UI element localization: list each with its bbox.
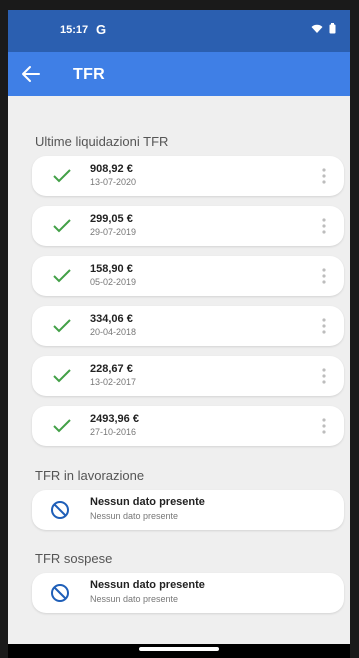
check-icon xyxy=(53,269,71,283)
ban-icon xyxy=(51,501,69,519)
liquidazione-date: 13-07-2020 xyxy=(90,177,137,187)
more-vertical-icon[interactable] xyxy=(320,267,328,285)
empty-state-title: Nessun dato presente xyxy=(90,496,205,508)
liquidazione-card[interactable]: 908,92 € 13-07-2020 xyxy=(32,156,344,196)
more-vertical-icon[interactable] xyxy=(320,167,328,185)
liquidazione-date: 29-07-2019 xyxy=(90,227,137,237)
status-bar: 15:17 G xyxy=(8,10,350,52)
liquidazione-amount: 334,06 € xyxy=(90,313,133,325)
liquidazione-date: 05-02-2019 xyxy=(90,277,137,287)
home-indicator[interactable] xyxy=(139,647,219,651)
check-icon xyxy=(53,369,71,383)
more-vertical-icon[interactable] xyxy=(320,217,328,235)
status-time: 15:17 xyxy=(60,24,89,36)
battery-icon xyxy=(329,23,336,34)
check-icon xyxy=(53,319,71,333)
liquidazione-card[interactable]: 228,67 € 13-02-2017 xyxy=(32,356,344,396)
liquidazione-amount: 2493,96 € xyxy=(90,413,139,425)
liquidazione-amount: 299,05 € xyxy=(90,213,133,225)
liquidazione-amount: 228,67 € xyxy=(90,363,133,375)
empty-state-card: Nessun dato presente Nessun dato present… xyxy=(32,490,344,530)
liquidazione-date: 13-02-2017 xyxy=(90,377,137,387)
arrow-left-icon[interactable] xyxy=(20,63,42,85)
empty-state-subtitle: Nessun dato presente xyxy=(90,511,179,521)
empty-state-card: Nessun dato presente Nessun dato present… xyxy=(32,573,344,613)
app-bar: TFR xyxy=(8,52,350,96)
more-vertical-icon[interactable] xyxy=(320,317,328,335)
page-title: TFR xyxy=(73,66,106,83)
liquidazione-date: 20-04-2018 xyxy=(90,327,137,337)
navigation-bar xyxy=(8,644,350,658)
check-icon xyxy=(53,219,71,233)
section-title-ultime: Ultime liquidazioni TFR xyxy=(35,134,169,149)
liquidazione-card[interactable]: 334,06 € 20-04-2018 xyxy=(32,306,344,346)
ban-icon xyxy=(51,584,69,602)
liquidazione-date: 27-10-2016 xyxy=(90,427,137,437)
liquidazione-amount: 158,90 € xyxy=(90,263,133,275)
check-icon xyxy=(53,169,71,183)
more-vertical-icon[interactable] xyxy=(320,367,328,385)
more-vertical-icon[interactable] xyxy=(320,417,328,435)
liquidazione-card[interactable]: 158,90 € 05-02-2019 xyxy=(32,256,344,296)
empty-state-subtitle: Nessun dato presente xyxy=(90,594,179,604)
section-title-lavorazione: TFR in lavorazione xyxy=(35,468,145,483)
section-title-sospese: TFR sospese xyxy=(35,551,113,566)
phone-screen: 15:17 G TFR Ultime liquidazioni TFR 908,… xyxy=(8,10,350,658)
google-icon: G xyxy=(96,22,107,37)
liquidazione-card[interactable]: 2493,96 € 27-10-2016 xyxy=(32,406,344,446)
check-icon xyxy=(53,419,71,433)
liquidazione-card[interactable]: 299,05 € 29-07-2019 xyxy=(32,206,344,246)
main-content: Ultime liquidazioni TFR 908,92 € 13-07-2… xyxy=(8,96,350,644)
status-icons xyxy=(311,23,336,34)
empty-state-title: Nessun dato presente xyxy=(90,579,205,591)
wifi-icon xyxy=(311,24,323,33)
liquidazione-amount: 908,92 € xyxy=(90,163,133,175)
